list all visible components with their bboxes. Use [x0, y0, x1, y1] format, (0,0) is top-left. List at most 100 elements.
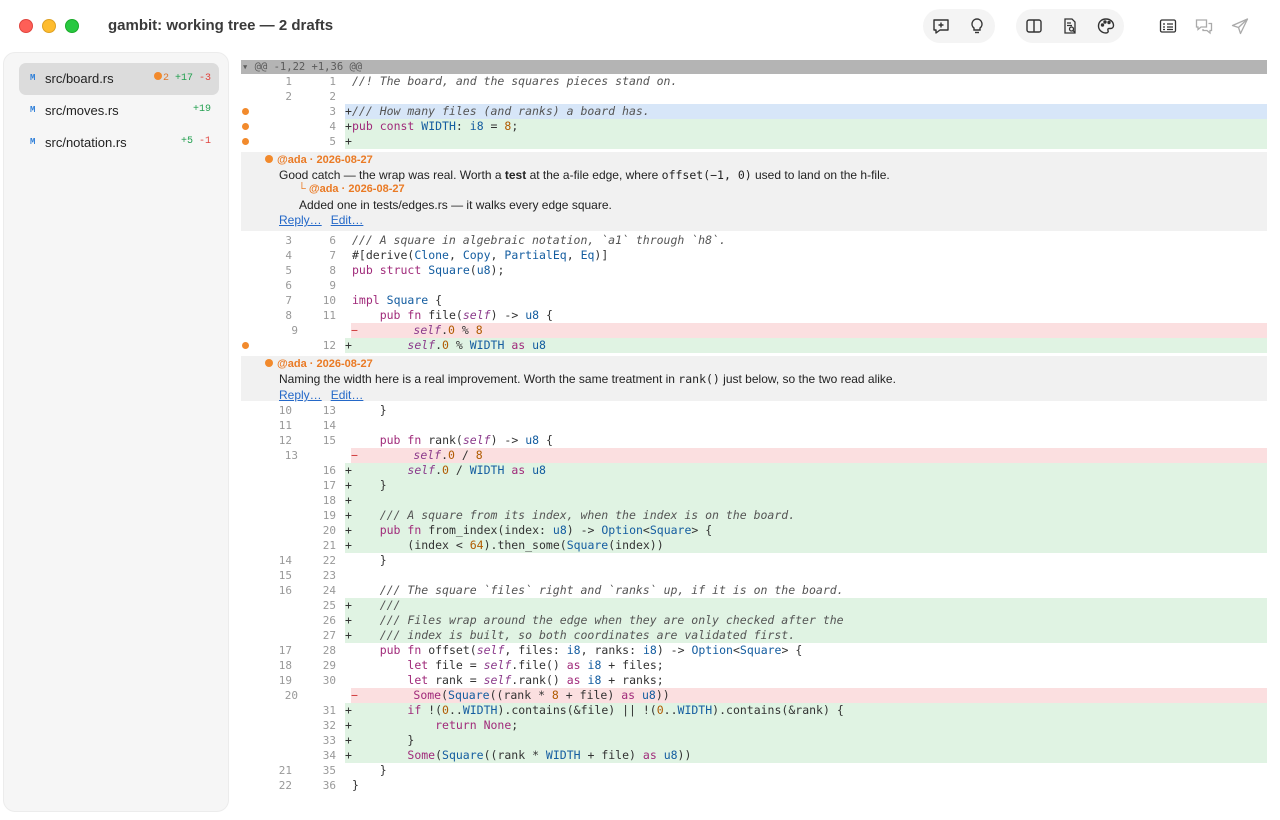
draft-comment-dot-icon[interactable]: [242, 138, 249, 145]
added-marker: +: [345, 703, 352, 717]
file-item[interactable]: Msrc/board.rs 2 +17 -3: [19, 63, 219, 95]
file-item[interactable]: Msrc/moves.rs +19: [19, 95, 219, 127]
diff-line[interactable]: 20 pub fn from_index(index: u8) -> Optio…: [241, 523, 1267, 538]
diff-line[interactable]: 16 self.0 / WIDTH as u8 +: [241, 463, 1267, 478]
code-text: self.0 / WIDTH as u8: [345, 463, 1267, 478]
old-line-number: 7: [285, 294, 292, 307]
new-line-number: 21: [322, 539, 336, 552]
draft-comment-dot-icon[interactable]: [242, 108, 249, 115]
comment-thread: @ada · 2026-08-27 Good catch — the wrap w…: [241, 152, 1267, 231]
diff-line[interactable]: 69: [241, 278, 1267, 293]
file-status-badge: M: [30, 105, 36, 115]
add-comment-icon[interactable]: [923, 9, 959, 43]
diff-line[interactable]: 20 Some(Square((rank * 8 + file) as u8))…: [247, 688, 1267, 703]
old-line-number: 20: [284, 689, 298, 702]
file-name: src/moves.rs: [45, 103, 119, 118]
diff-line[interactable]: 1 1 //! The board, and the squares pieces …: [241, 74, 1267, 89]
old-line-number: 17: [278, 644, 292, 657]
diff-line[interactable]: 4 7 #[derive(Clone, Copy, PartialEq, Eq)]: [241, 248, 1267, 263]
diff-line[interactable]: 16 24 /// The square `files` right and `r…: [241, 583, 1267, 598]
new-line-number: 26: [322, 614, 336, 627]
reply-link[interactable]: Reply…: [279, 388, 322, 402]
new-line-number: 30: [322, 674, 336, 687]
lightbulb-icon[interactable]: [959, 9, 995, 43]
diff-line[interactable]: 19 /// A square from its index, when the…: [241, 508, 1267, 523]
send-icon[interactable]: [1222, 9, 1258, 43]
close-window-button[interactable]: [19, 19, 33, 33]
file-stats: +19: [193, 104, 211, 115]
code-text: }: [352, 553, 387, 567]
diff-line[interactable]: 32 return None; +: [241, 718, 1267, 733]
old-line-number: 18: [278, 659, 292, 672]
file-item[interactable]: Msrc/notation.rs +5 -1: [19, 127, 219, 159]
diff-line[interactable]: 12 self.0 % WIDTH as u8 +: [241, 338, 1267, 353]
edit-link[interactable]: Edit…: [331, 213, 364, 227]
new-line-number: 5: [329, 135, 336, 148]
diff-line[interactable]: 31 if !(0..WIDTH).contains(&file) || !(0…: [241, 703, 1267, 718]
diff-line[interactable]: 34 Some(Square((rank * WIDTH + file) as …: [241, 748, 1267, 763]
added-marker: +: [345, 104, 352, 118]
diff-line[interactable]: 19 30 let rank = self.rank() as i8 + rank…: [241, 673, 1267, 688]
old-line-number: 21: [278, 764, 292, 777]
diff-line[interactable]: 18 +: [241, 493, 1267, 508]
diff-line[interactable]: 17 28 pub fn offset(self, files: i8, rank…: [241, 643, 1267, 658]
diff-line[interactable]: 13 self.0 / 8−: [247, 448, 1267, 463]
diff-line[interactable]: 5 +: [241, 134, 1267, 149]
old-line-number: 12: [278, 434, 292, 447]
code-text: [345, 134, 1267, 149]
code-text: }: [345, 733, 1267, 748]
diff-line[interactable]: 10 13 }: [241, 403, 1267, 418]
diff-line[interactable]: 14 22 }: [241, 553, 1267, 568]
list-icon[interactable]: [1150, 9, 1186, 43]
file-stats: 2 +17 -3: [153, 72, 211, 84]
diff-line[interactable]: 4 pub const WIDTH: i8 = 8; +: [241, 119, 1267, 134]
palette-icon[interactable]: [1088, 9, 1124, 43]
reply-link[interactable]: Reply…: [279, 213, 322, 227]
new-line-number: 6: [329, 234, 336, 247]
added-marker: +: [345, 613, 352, 627]
comment-count: 2: [162, 73, 169, 84]
diff-line[interactable]: 22 36}: [241, 778, 1267, 793]
diff-line[interactable]: 11 14: [241, 418, 1267, 433]
draft-comment-dot-icon[interactable]: [242, 342, 249, 349]
window-title: gambit: working tree — 2 drafts: [108, 17, 334, 34]
diff-line[interactable]: 22: [241, 89, 1267, 104]
diff-line[interactable]: 17 } +: [241, 478, 1267, 493]
added-marker: +: [345, 338, 352, 352]
added-marker: +: [345, 478, 352, 492]
comment-header: @ada · 2026-08-27: [265, 358, 373, 370]
diff-line[interactable]: 12 15 pub fn rank(self) -> u8 {: [241, 433, 1267, 448]
minimize-window-button[interactable]: [42, 19, 56, 33]
added-marker: +: [345, 119, 352, 133]
diff-line[interactable]: 21 (index < 64).then_some(Square(index))…: [241, 538, 1267, 553]
diff-line[interactable]: 15 23: [241, 568, 1267, 583]
chat-bubbles-icon[interactable]: [1186, 9, 1222, 43]
diff-line[interactable]: 18 29 let file = self.file() as i8 + file…: [241, 658, 1267, 673]
added-marker: +: [345, 718, 352, 732]
code-text: pub struct Square(u8);: [352, 263, 505, 277]
diff-line[interactable]: 3 6 /// A square in algebraic notation, `a…: [241, 233, 1267, 248]
diff-line[interactable]: 7 10 impl Square {: [241, 293, 1267, 308]
diff-line[interactable]: 3 /// How many files (and ranks) a board …: [241, 104, 1267, 119]
diff-line[interactable]: 21 35 }: [241, 763, 1267, 778]
diff-line[interactable]: 27 /// index is built, so both coordinat…: [241, 628, 1267, 643]
edit-link[interactable]: Edit…: [331, 388, 364, 402]
diff-line[interactable]: 9 self.0 % 8−: [247, 323, 1267, 338]
code-text: return None;: [345, 718, 1267, 733]
new-line-number: 19: [322, 509, 336, 522]
new-line-number: 2: [329, 90, 336, 103]
split-view-icon[interactable]: [1016, 9, 1052, 43]
diff-line[interactable]: 8 11 pub fn file(self) -> u8 {: [241, 308, 1267, 323]
draft-dot-icon: [265, 155, 273, 163]
diff-line[interactable]: 25 ///+: [241, 598, 1267, 613]
diff-line[interactable]: 5 8 pub struct Square(u8);: [241, 263, 1267, 278]
draft-comment-dot-icon[interactable]: [242, 123, 249, 130]
zoom-window-button[interactable]: [65, 19, 79, 33]
title-bar: gambit: working tree — 2 drafts: [0, 0, 1280, 52]
review-doc-icon[interactable]: [1052, 9, 1088, 43]
new-line-number: 12: [322, 339, 336, 352]
hunk-header[interactable]: ▾ @@ -1,22 +1,36 @@: [241, 60, 1267, 74]
diff-line[interactable]: 26 /// Files wrap around the edge when t…: [241, 613, 1267, 628]
code-text: let rank = self.rank() as i8 + ranks;: [407, 673, 664, 687]
diff-line[interactable]: 33 } +: [241, 733, 1267, 748]
